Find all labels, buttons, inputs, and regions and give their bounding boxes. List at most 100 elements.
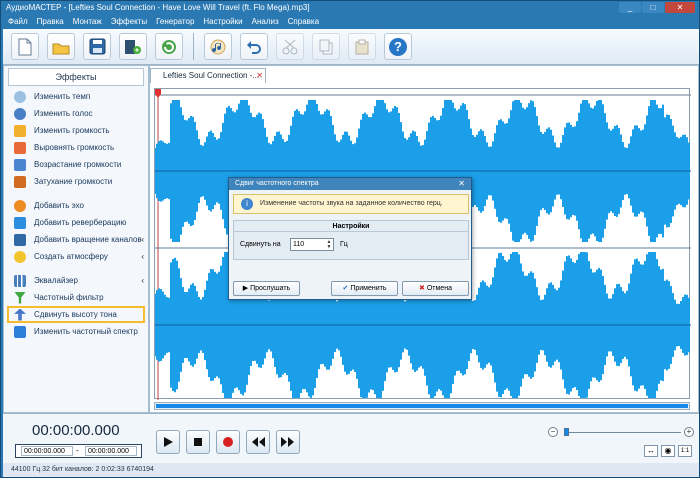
expand-arrow-icon[interactable]: ‹	[141, 252, 144, 261]
effect-change-volume[interactable]: Изменить громкость	[4, 122, 148, 139]
effect-equalizer[interactable]: Эквалайзер ‹	[4, 272, 148, 289]
voice-icon	[14, 107, 26, 120]
shift-spinbox[interactable]: 110 ▲ ▼	[290, 238, 334, 251]
reverb-icon	[14, 216, 26, 229]
status-bar: 44100 Гц 32 бит каналов: 2 0:02:33 67401…	[3, 463, 699, 477]
effect-fade-out[interactable]: Затухание громкости	[4, 173, 148, 190]
range-separator: -	[76, 446, 79, 455]
tab-close-icon[interactable]: ✕	[256, 69, 263, 83]
frequency-shift-dialog: Сдвиг частотного спектра ✕ i Изменение ч…	[228, 177, 472, 300]
expand-arrow-icon[interactable]: ‹	[141, 235, 144, 244]
play-button[interactable]	[156, 430, 180, 454]
spectrum-icon	[14, 325, 26, 338]
listen-button[interactable]: ▶ Прослушать	[233, 281, 300, 296]
equalizer-icon	[14, 274, 26, 287]
app-window: АудиоМАСТЕР - [Lefties Soul Connection -…	[0, 0, 700, 478]
effect-normalize-volume[interactable]: Выровнять громкость	[4, 139, 148, 156]
effect-pitch-shift[interactable]: Сдвинуть высоту тона	[7, 306, 145, 323]
transport-panel: 00:00:00.000 00:00:00.000 - 00:00:00.000…	[3, 413, 699, 463]
menu-file[interactable]: Файл	[8, 15, 28, 29]
record-button[interactable]	[216, 430, 240, 454]
atmosphere-icon	[14, 250, 26, 263]
settings-title: Настройки	[234, 221, 468, 232]
undo-button[interactable]	[240, 33, 268, 60]
tab-audio-file[interactable]: Lefties Soul Connection -... ✕	[150, 68, 266, 83]
copy-button[interactable]	[312, 33, 340, 60]
zoom-out-button[interactable]: −	[548, 427, 558, 437]
effect-fade-in[interactable]: Возрастание громкости	[4, 156, 148, 173]
new-file-icon	[18, 38, 32, 55]
effect-atmosphere[interactable]: Создать атмосферу ‹	[4, 248, 148, 265]
zoom-slider-thumb[interactable]	[564, 428, 569, 436]
save-button[interactable]	[83, 33, 111, 60]
view-buttons: ↔ ◉ 1:1	[644, 445, 692, 457]
spin-arrows-icon[interactable]: ▲ ▼	[326, 240, 332, 250]
audio-button[interactable]	[204, 33, 232, 60]
effect-frequency-filter[interactable]: Частотный фильтр	[4, 289, 148, 306]
refresh-button[interactable]	[155, 33, 183, 60]
settings-section: Настройки Сдвинуть на 110 ▲ ▼ Гц	[233, 220, 469, 260]
rotation-icon	[14, 233, 26, 246]
maximize-button[interactable]: □	[642, 2, 664, 13]
effect-rotation[interactable]: Добавить вращение каналов ‹	[4, 231, 148, 248]
zoom-ratio-button[interactable]: 1:1	[678, 445, 692, 457]
save-icon	[89, 38, 105, 55]
zoom-control: − +	[548, 427, 694, 439]
effect-frequency-spectrum[interactable]: Изменить частотный спектр	[4, 323, 148, 340]
range-start-field[interactable]: 00:00:00.000	[21, 446, 73, 456]
zoom-in-button[interactable]: +	[684, 427, 694, 437]
cancel-button[interactable]: ✖ Отмена	[402, 281, 469, 296]
effects-panel: Эффекты Изменить темп Изменить голос Изм…	[3, 65, 149, 413]
menu-analysis[interactable]: Анализ	[252, 15, 279, 29]
rewind-button[interactable]	[246, 430, 270, 454]
menu-effects[interactable]: Эффекты	[111, 15, 147, 29]
menu-help[interactable]: Справка	[288, 15, 319, 29]
playhead-marker-icon[interactable]	[155, 89, 161, 98]
range-end-field[interactable]: 00:00:00.000	[85, 446, 137, 456]
scrollbar-thumb[interactable]	[156, 404, 688, 408]
window-title: АудиоМАСТЕР - [Lefties Soul Connection -…	[6, 3, 310, 12]
export-icon	[125, 39, 141, 54]
effect-echo[interactable]: Добавить эхо	[4, 197, 148, 214]
play-icon	[164, 437, 173, 447]
expand-arrow-icon[interactable]: ‹	[141, 276, 144, 285]
record-icon	[223, 437, 233, 447]
volume-icon	[14, 124, 26, 137]
export-button[interactable]	[119, 33, 147, 60]
minimize-button[interactable]: _	[619, 2, 641, 13]
stop-button[interactable]	[186, 430, 210, 454]
help-button[interactable]: ?	[384, 33, 412, 60]
main-toolbar: ?	[3, 29, 699, 65]
selection-range: 00:00:00.000 - 00:00:00.000	[15, 444, 142, 458]
current-time: 00:00:00.000	[32, 422, 120, 439]
dialog-title-bar: Сдвиг частотного спектра ✕	[229, 178, 471, 190]
menu-settings[interactable]: Настройки	[203, 15, 242, 29]
menu-generator[interactable]: Генератор	[156, 15, 194, 29]
cut-button[interactable]	[276, 33, 304, 60]
fade-out-icon	[14, 175, 26, 188]
cancel-icon: ✖	[419, 285, 427, 292]
new-file-button[interactable]	[11, 33, 39, 60]
open-button[interactable]	[47, 33, 75, 60]
dialog-close-icon[interactable]: ✕	[458, 178, 465, 190]
effect-change-tempo[interactable]: Изменить темп	[4, 88, 148, 105]
fit-width-icon[interactable]: ↔	[644, 445, 658, 457]
paste-button[interactable]	[348, 33, 376, 60]
filter-icon	[14, 291, 26, 304]
dialog-info-message: i Изменение частоты звука на заданное ко…	[233, 194, 469, 214]
menu-montage[interactable]: Монтаж	[73, 15, 102, 29]
zoom-track[interactable]	[564, 432, 681, 433]
effect-change-voice[interactable]: Изменить голос	[4, 105, 148, 122]
menu-edit[interactable]: Правка	[37, 15, 64, 29]
undo-icon	[247, 40, 261, 54]
apply-button[interactable]: ✔ Применить	[331, 281, 398, 296]
fit-selection-icon[interactable]: ◉	[661, 445, 675, 457]
effect-reverb[interactable]: Добавить реверберацию	[4, 214, 148, 231]
playback-controls	[156, 430, 300, 454]
close-button[interactable]: ✕	[665, 2, 695, 13]
play-icon: ▶	[242, 285, 251, 292]
stop-icon	[194, 438, 202, 446]
forward-button[interactable]	[276, 430, 300, 454]
copy-icon	[319, 39, 333, 54]
timeline-scrollbar[interactable]	[154, 402, 690, 410]
